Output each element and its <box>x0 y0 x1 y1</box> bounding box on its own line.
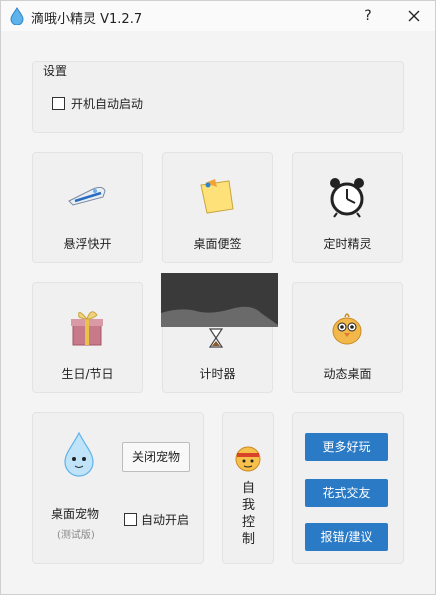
pet-autostart-label: 自动开启 <box>141 513 190 527</box>
alarm-clock-icon <box>330 178 364 218</box>
tile-label: 生日/节日 <box>61 367 114 381</box>
tile-label: 计时器 <box>199 367 236 381</box>
tile-dynamic-desktop[interactable]: 动态桌面 <box>292 282 403 393</box>
tile-label: 定时精灵 <box>323 237 372 251</box>
self-control-label: 自 我 控 制 <box>242 481 256 547</box>
gift-box-icon <box>71 311 103 346</box>
tile-desktop-note[interactable]: 桌面便签 <box>162 152 273 263</box>
self-control-panel[interactable]: 自 我 控 制 <box>222 412 274 564</box>
app-window: 滴哦小精灵 V1.2.7 ? 设置 开机自动启动 悬浮快开 桌面便签 定时精灵 … <box>0 0 436 595</box>
overlay-graphic <box>161 273 278 327</box>
window-title: 滴哦小精灵 V1.2.7 <box>31 12 143 27</box>
tile-float-open[interactable]: 悬浮快开 <box>32 152 143 263</box>
settings-title: 设置 <box>43 64 68 78</box>
tile-timer-sprite[interactable]: 定时精灵 <box>292 152 403 263</box>
pet-panel: 桌面宠物 (测试版) 自动开启 <box>32 412 204 564</box>
title-bar: 滴哦小精灵 V1.2.7 ? <box>1 1 435 31</box>
tile-label: 动态桌面 <box>323 367 372 381</box>
water-drop-icon <box>10 7 24 25</box>
tile-label: 悬浮快开 <box>63 237 112 251</box>
social-button[interactable]: 花式交友 <box>305 479 388 507</box>
sticky-note-icon <box>200 179 234 214</box>
tile-label: 桌面便签 <box>193 237 242 251</box>
autostart-checkbox[interactable] <box>52 97 65 110</box>
pet-title: 桌面宠物 <box>51 507 100 521</box>
feedback-button[interactable]: 报错/建议 <box>305 523 388 551</box>
water-drop-pet-icon <box>64 431 94 477</box>
close-icon[interactable] <box>403 5 425 27</box>
pet-autostart-checkbox[interactable] <box>124 513 137 526</box>
help-button[interactable]: ? <box>357 5 379 27</box>
more-fun-button[interactable]: 更多好玩 <box>305 433 388 461</box>
tile-birthday-holiday[interactable]: 生日/节日 <box>32 282 143 393</box>
chick-icon <box>332 313 362 345</box>
pet-subtitle: (测试版) <box>57 530 95 541</box>
settings-panel: 设置 开机自动启动 <box>32 61 404 133</box>
close-pet-button[interactable]: 关闭宠物 <box>122 442 190 472</box>
autostart-label: 开机自动启动 <box>71 97 144 111</box>
bullet-train-icon <box>68 186 106 206</box>
hourglass-icon <box>208 328 224 348</box>
ninja-face-icon <box>235 446 261 472</box>
